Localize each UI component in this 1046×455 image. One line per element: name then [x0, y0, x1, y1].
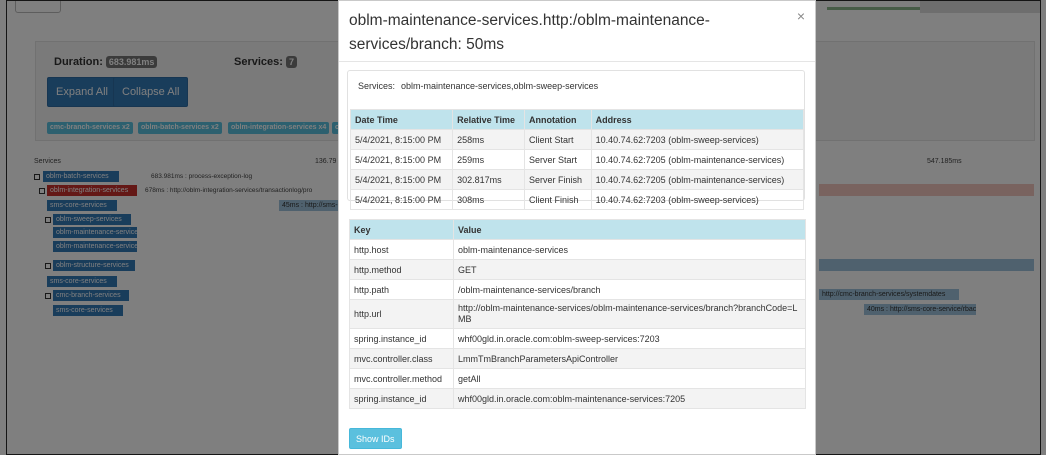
table-row: http.method GET [349, 259, 806, 280]
tag-key-cell: mvc.controller.method [349, 368, 454, 389]
address-cell: 10.40.74.62:7205 (oblm-maintenance-servi… [590, 169, 805, 190]
services-value: oblm-maintenance-services,oblm-sweep-ser… [401, 81, 599, 91]
annotation-cell: Server Start [524, 149, 592, 170]
modal-body: Services: oblm-maintenance-services,oblm-… [339, 61, 815, 455]
tag-key-cell: mvc.controller.class [349, 348, 454, 369]
address-cell: 10.40.74.62:7203 (oblm-sweep-services) [590, 189, 805, 210]
annotation-cell: Client Start [524, 129, 592, 150]
table-row: http.path /oblm-maintenance-services/bra… [349, 279, 806, 300]
tag-value-cell: whf00gld.in.oracle.com:oblm-maintenance-… [453, 388, 806, 409]
tag-key-cell: spring.instance_id [349, 388, 454, 409]
table-row: mvc.controller.method getAll [349, 368, 806, 389]
column-header: Value [453, 219, 806, 240]
tag-key-cell: spring.instance_id [349, 328, 454, 349]
annotations-panel: Services: oblm-maintenance-services,oblm-… [347, 70, 805, 210]
annotation-cell: Client Finish [524, 189, 592, 210]
table-row: mvc.controller.class LmmTmBranchParamete… [349, 348, 806, 369]
tag-value-cell: LmmTmBranchParametersApiController [453, 348, 806, 369]
table-row: spring.instance_id whf00gld.in.oracle.co… [349, 388, 806, 409]
services-label: Services: [358, 81, 396, 91]
table-row: 5/4/2021, 8:15:00 PM 308ms Client Finish… [349, 189, 805, 210]
column-header: Key [349, 219, 454, 240]
table-row: 5/4/2021, 8:15:00 PM 302.817ms Server Fi… [349, 169, 805, 190]
tag-value-cell: /oblm-maintenance-services/branch [453, 279, 806, 300]
relative-time-cell: 259ms [452, 149, 525, 170]
tag-value-cell: GET [453, 259, 806, 280]
tag-value-cell: oblm-maintenance-services [453, 239, 806, 260]
date-time-cell: 5/4/2021, 8:15:00 PM [349, 129, 454, 150]
column-header: Address [590, 109, 805, 130]
table-row: 5/4/2021, 8:15:00 PM 258ms Client Start … [349, 129, 805, 150]
relative-time-cell: 302.817ms [452, 169, 525, 190]
tag-key-cell: http.host [349, 239, 454, 260]
tag-value-cell: http://oblm-maintenance-services/oblm-ma… [453, 299, 806, 329]
annotations-table: Date Time Relative Time Annotation Addre… [349, 109, 805, 210]
date-time-cell: 5/4/2021, 8:15:00 PM [349, 189, 454, 210]
span-detail-modal: oblm-maintenance-services.http:/oblm-mai… [338, 0, 816, 455]
address-cell: 10.40.74.62:7203 (oblm-sweep-services) [590, 129, 805, 150]
relative-time-cell: 308ms [452, 189, 525, 210]
table-row: 5/4/2021, 8:15:00 PM 259ms Server Start … [349, 149, 805, 170]
column-header: Date Time [349, 109, 454, 130]
date-time-cell: 5/4/2021, 8:15:00 PM [349, 169, 454, 190]
tag-key-cell: http.method [349, 259, 454, 280]
table-row: http.url http://oblm-maintenance-service… [349, 299, 806, 329]
table-row: spring.instance_id whf00gld.in.oracle.co… [349, 328, 806, 349]
annotation-cell: Server Finish [524, 169, 592, 190]
tags-table: Key Value http.host oblm-maintenance-ser… [349, 219, 806, 409]
tag-value-cell: getAll [453, 368, 806, 389]
column-header: Annotation [524, 109, 592, 130]
relative-time-cell: 258ms [452, 129, 525, 150]
date-time-cell: 5/4/2021, 8:15:00 PM [349, 149, 454, 170]
services-line: Services: oblm-maintenance-services,oblm-… [358, 81, 598, 91]
column-header: Relative Time [452, 109, 525, 130]
table-row: http.host oblm-maintenance-services [349, 239, 806, 260]
close-icon[interactable]: × [797, 9, 805, 23]
tag-key-cell: http.url [349, 299, 454, 329]
address-cell: 10.40.74.62:7205 (oblm-maintenance-servi… [590, 149, 805, 170]
modal-title: oblm-maintenance-services.http:/oblm-mai… [349, 12, 710, 53]
tag-key-cell: http.path [349, 279, 454, 300]
show-ids-button[interactable]: Show IDs [349, 428, 402, 449]
tag-value-cell: whf00gld.in.oracle.com:oblm-sweep-servic… [453, 328, 806, 349]
